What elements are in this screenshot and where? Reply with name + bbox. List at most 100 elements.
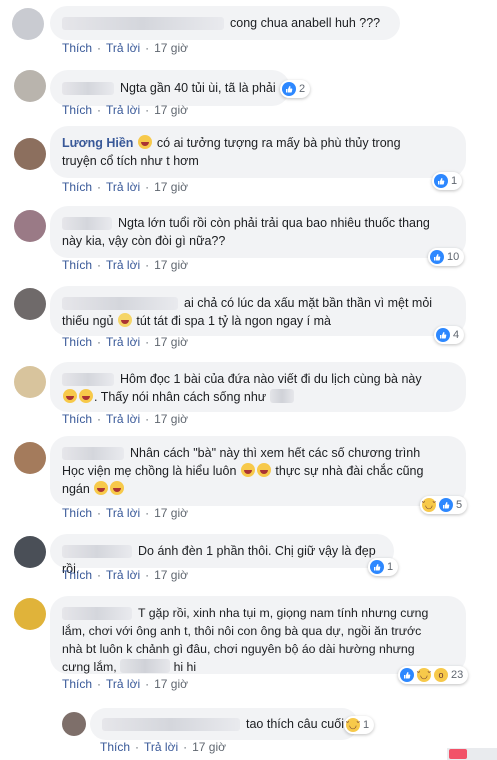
like-link[interactable]: Thích [62,412,92,426]
commenter-name-blurred[interactable] [102,718,240,732]
like-link[interactable]: Thích [62,41,92,55]
reaction-summary[interactable]: 10 [428,248,465,266]
commenter-name-blurred[interactable] [62,607,132,621]
avatar[interactable] [12,8,44,40]
avatar[interactable] [14,138,46,170]
comment-text: cong chua anabell huh ??? [230,16,381,30]
face-emoji-icon [138,135,153,149]
reaction-summary[interactable]: ˘◡˘ o 23 [398,666,469,684]
avatar[interactable] [14,70,46,102]
laughing-emoji-icon [63,389,77,403]
commenter-name-blurred[interactable] [62,217,112,231]
comment-actions: Thích · Trả lời · 17 giờ [62,506,188,520]
comment-text: Ngta lớn tuổi rồi còn phải trải qua bao … [118,216,430,230]
reaction-summary[interactable]: ˘◡˘ 1 [344,716,375,734]
avatar[interactable] [62,712,86,736]
reply-link[interactable]: Trả lời [106,180,140,194]
comment-bubble: Nhân cách "bà" này thì xem hết các số ch… [50,436,466,506]
laughing-emoji-icon [240,463,255,477]
commenter-name-blurred[interactable] [62,17,224,31]
avatar[interactable] [14,536,46,568]
reply-link[interactable]: Trả lời [106,506,140,520]
like-link[interactable]: Thích [62,506,92,520]
avatar[interactable] [14,598,46,630]
haha-reaction-icon: ˘◡˘ [346,718,360,732]
like-link[interactable]: Thích [62,103,92,117]
commenter-name-blurred[interactable] [62,545,132,559]
timestamp[interactable]: 17 giờ [154,258,188,272]
comment-bubble: Lương Hiền có ai tưởng tượng ra mấy bà p… [50,126,466,178]
reply-link[interactable]: Trả lời [106,103,140,117]
reaction-summary[interactable]: 1 [368,558,399,576]
timestamp[interactable]: 17 giờ [154,506,188,520]
reaction-summary[interactable]: 4 [434,326,465,344]
comment-actions: Thích · Trả lời · 17 giờ [62,568,188,582]
like-link[interactable]: Thích [100,740,130,754]
commenter-name-blurred[interactable] [62,82,114,96]
like-link[interactable]: Thích [62,258,92,272]
timestamp[interactable]: 17 giờ [154,335,188,349]
comment-actions: Thích · Trả lời · 17 giờ [62,103,188,117]
comment-text: Ngta gần 40 tủi ùi, tã là phải [120,81,276,95]
reply-link[interactable]: Trả lời [106,258,140,272]
reaction-count: 1 [451,175,458,187]
comment-text: T gặp rồi, xinh nha tụi m, giọng nam tín… [138,606,429,620]
comment-actions: Thích · Trả lời · 17 giờ [62,258,188,272]
timestamp[interactable]: 17 giờ [192,740,226,754]
reply-link[interactable]: Trả lời [106,412,140,426]
watermark-badge [447,748,497,760]
comment-actions: Thích · Trả lời · 17 giờ [62,41,188,55]
reaction-summary[interactable]: ˘◡˘ 5 [420,496,468,514]
like-link[interactable]: Thích [62,677,92,691]
avatar[interactable] [14,210,46,242]
timestamp[interactable]: 17 giờ [154,103,188,117]
reaction-count: 10 [447,251,460,263]
laughing-emoji-icon [110,481,125,495]
comment-actions: Thích · Trả lời · 17 giờ [62,412,188,426]
haha-reaction-icon: ˘◡˘ [417,668,431,682]
timestamp[interactable]: 17 giờ [154,412,188,426]
avatar[interactable] [14,288,46,320]
reaction-summary[interactable]: 1 [432,172,463,190]
comment-text: tao thích câu cuối [246,717,344,731]
blurred-text [120,659,171,673]
timestamp[interactable]: 17 giờ [154,180,188,194]
commenter-name-blurred[interactable] [62,447,124,461]
reaction-summary[interactable]: 2 [280,80,311,98]
comment-bubble: ai chả có lúc da xấu mặt bần thần vì mệt… [50,286,466,336]
timestamp[interactable]: 17 giờ [154,568,188,582]
like-reaction-icon [436,328,450,342]
reply-link[interactable]: Trả lời [106,41,140,55]
like-reaction-icon [430,250,444,264]
avatar[interactable] [14,442,46,474]
timestamp[interactable]: 17 giờ [154,41,188,55]
like-link[interactable]: Thích [62,335,92,349]
like-reaction-icon [282,82,296,96]
commenter-name-blurred[interactable] [62,373,114,387]
comment-bubble: tao thích câu cuối [90,708,358,740]
comment-bubble: Hôm đọc 1 bài của đứa nào viết đi du lịc… [50,362,466,412]
comment-text: ngán [62,482,90,496]
comment-text: ai chả có lúc da xấu mặt bần thần vì mệt… [184,296,433,310]
like-link[interactable]: Thích [62,568,92,582]
comment-bubble: T gặp rồi, xinh nha tụi m, giọng nam tín… [50,596,466,674]
reply-link[interactable]: Trả lời [106,568,140,582]
comment-actions: Thích · Trả lời · 17 giờ [62,335,188,349]
comment-bubble: Ngta lớn tuổi rồi còn phải trải qua bao … [50,206,466,258]
reply-link[interactable]: Trả lời [144,740,178,754]
comment-text: Nhân cách "bà" này thì xem hết các số ch… [130,446,421,460]
commenter-name-blurred[interactable] [62,297,178,311]
reaction-count: 4 [453,329,460,341]
avatar[interactable] [14,366,46,398]
reply-link[interactable]: Trả lời [106,677,140,691]
timestamp[interactable]: 17 giờ [154,677,188,691]
comment-text: nhà bt luôn k chảnh gì đâu, chơi nguyên … [62,642,415,656]
comment-bubble: Do ánh đèn 1 phần thôi. Chị giữ vậy là đ… [50,534,394,576]
like-link[interactable]: Thích [62,180,92,194]
comment-text: tút tát đi spa 1 tỷ là ngon ngay í mà [136,314,331,328]
like-reaction-icon [439,498,453,512]
comment-bubble: Ngta gần 40 tủi ùi, tã là phải [50,70,290,106]
comment-bubble: cong chua anabell huh ??? [50,6,400,40]
commenter-name[interactable]: Lương Hiền [62,136,133,150]
reply-link[interactable]: Trả lời [106,335,140,349]
